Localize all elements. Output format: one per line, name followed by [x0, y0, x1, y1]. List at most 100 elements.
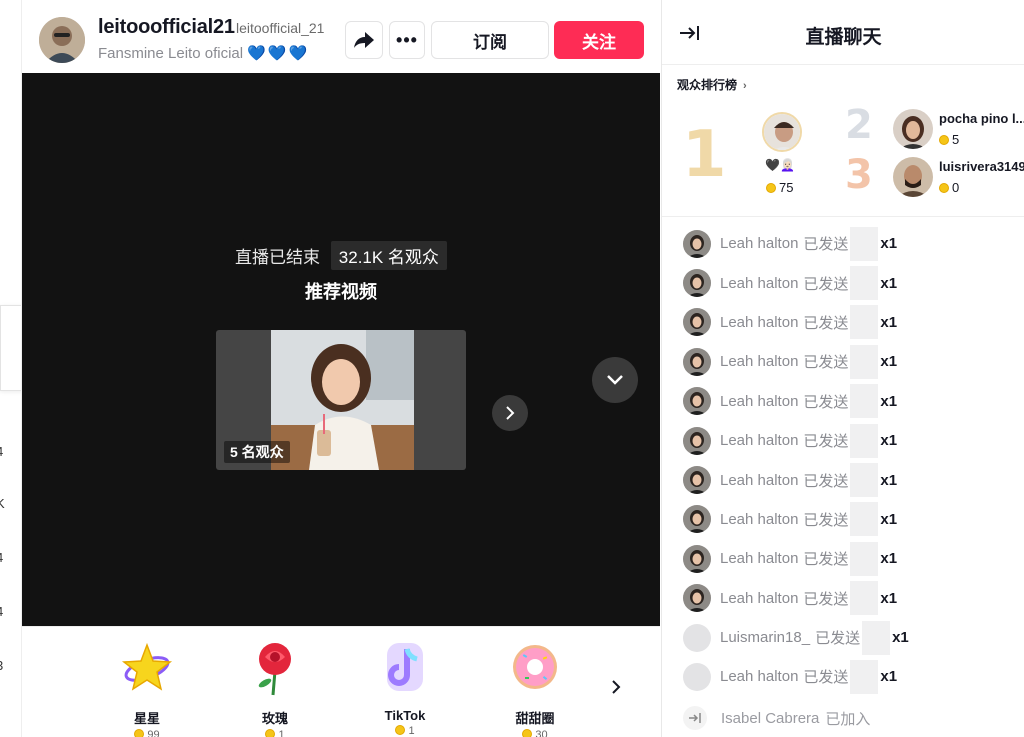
rose-gift-icon [258, 643, 291, 696]
recommended-video-card[interactable]: 5 名观众 [216, 330, 466, 470]
gift-price-value: 99 [147, 729, 160, 737]
chat-avatar-default[interactable] [683, 623, 711, 652]
rank-3-avatar[interactable] [893, 157, 933, 197]
chat-username[interactable]: Leah halton [720, 314, 798, 331]
chat-message: Luismarin18_ 已发送 x1 [662, 618, 1024, 657]
chat-username[interactable]: Leah halton [720, 432, 798, 449]
sidebar-fragment: 4 [0, 550, 3, 565]
chat-action: 已发送 [803, 275, 849, 293]
chat-avatar-default[interactable] [683, 662, 711, 691]
chat-avatar[interactable] [683, 426, 711, 455]
chat-username[interactable]: Leah halton [720, 235, 798, 252]
chat-avatar[interactable] [683, 229, 711, 258]
gift-price-value: 30 [535, 729, 548, 737]
host-subtitle-text: Fansmine Leito oficial [98, 45, 244, 62]
rank-number-1: 1 [682, 118, 727, 192]
follow-button[interactable]: 关注 [554, 21, 644, 59]
chat-message-list[interactable]: Leah halton 已发送 x1 Leah halton 已发送 x1 Le… [662, 224, 1024, 697]
chat-avatar[interactable] [683, 584, 711, 613]
join-message: Isabel Cabrera 已加入 [683, 706, 870, 730]
star-gift-icon [121, 642, 173, 691]
chat-username[interactable]: Leah halton [720, 511, 798, 528]
rank-3-score: 0 [939, 180, 959, 195]
next-video-button[interactable] [492, 395, 528, 431]
subscribe-button[interactable]: 订阅 [431, 21, 549, 59]
gift-count: x1 [880, 510, 898, 528]
enter-icon [683, 706, 707, 730]
sidebar-fragment: K [0, 496, 5, 511]
rank-1-avatar[interactable] [762, 112, 802, 152]
chat-action: 已发送 [803, 669, 849, 687]
rank-2-name[interactable]: pocha pino l... [939, 111, 1024, 126]
chat-panel-title: 直播聊天 [805, 27, 882, 48]
chat-message: Leah halton 已发送 x1 [662, 460, 1024, 499]
share-icon [354, 32, 374, 48]
live-ended-label: 直播已结束 [235, 248, 321, 267]
chat-message: Leah halton 已发送 x1 [662, 224, 1024, 263]
chat-avatar[interactable] [683, 466, 711, 495]
chat-username[interactable]: Leah halton [720, 668, 798, 685]
gift-rose[interactable]: 玫瑰 1 [230, 637, 320, 737]
chat-username[interactable]: Leah halton [720, 472, 798, 489]
chat-action: 已发送 [803, 314, 849, 332]
chat-username[interactable]: Leah halton [720, 275, 798, 292]
chat-message: Leah halton 已发送 x1 [662, 500, 1024, 539]
coin-icon [395, 725, 406, 735]
gift-tiktok[interactable]: TikTok 1 [360, 637, 450, 737]
rank-number-3: 3 [845, 152, 873, 198]
host-avatar[interactable] [39, 17, 85, 63]
chat-message: Leah halton 已发送 x1 [662, 421, 1024, 460]
chat-message: Leah halton 已发送 x1 [662, 539, 1024, 578]
gifts-next-button[interactable] [610, 679, 622, 700]
gift-name: 玫瑰 [261, 711, 288, 726]
chat-avatar[interactable] [683, 269, 711, 298]
viewer-ranking-link[interactable]: 观众排行榜 › [677, 76, 747, 93]
chat-avatar[interactable] [683, 308, 711, 337]
sidebar-fragment: 3 [0, 658, 3, 673]
coin-icon [134, 729, 145, 737]
chat-message: Leah halton 已发送 x1 [662, 342, 1024, 381]
live-chat-panel: 直播聊天 观众排行榜 › 1 🖤👩🏻‍🦳 75 2 pocha pino l...… [661, 0, 1024, 737]
chat-action: 已发送 [803, 433, 849, 451]
gift-count: x1 [880, 235, 898, 253]
sidebar-expand-tab[interactable]: 〈 [0, 305, 21, 391]
rank-score-value: 75 [779, 180, 794, 195]
chat-message: Leah halton 已发送 x1 [662, 579, 1024, 618]
gift-name: 甜甜圈 [515, 711, 555, 726]
more-options-button[interactable]: ••• [389, 21, 425, 59]
gift-price: 30 [490, 729, 580, 737]
scroll-down-button[interactable] [592, 357, 638, 403]
rank-3-name[interactable]: luisrivera3149 [939, 159, 1024, 174]
host-subtitle: Fansmine Leito oficial 💙💙💙 [98, 44, 309, 62]
sidebar-fragment: 4 [0, 604, 3, 619]
live-page: 〈 4 K 4 4 3 leitooofficial21 leitooffici… [0, 0, 1024, 737]
chat-avatar[interactable] [683, 387, 711, 416]
gift-thumbnail [850, 541, 879, 576]
chat-avatar[interactable] [683, 347, 711, 376]
chat-username[interactable]: Leah halton [720, 353, 798, 370]
chat-username[interactable]: Luismarin18_ [720, 629, 810, 646]
gift-donut[interactable]: 甜甜圈 30 [490, 637, 580, 737]
chat-avatar[interactable] [683, 505, 711, 534]
gift-thumbnail [850, 344, 879, 379]
chat-username[interactable]: Leah halton [720, 393, 798, 410]
host-name[interactable]: leitooofficial21 [98, 16, 235, 39]
chat-username[interactable]: Leah halton [720, 550, 798, 567]
chat-action: 已发送 [803, 393, 849, 411]
chat-username[interactable]: Leah halton [720, 590, 798, 607]
share-button[interactable] [345, 21, 383, 59]
gift-thumbnail [850, 423, 879, 458]
recommended-video-thumbnail [271, 330, 414, 470]
chat-avatar[interactable] [683, 544, 711, 573]
chevron-down-icon [607, 375, 623, 385]
join-username[interactable]: Isabel Cabrera [721, 710, 819, 727]
gift-price-value: 1 [408, 725, 415, 737]
host-handle: leitoofficial_21 [236, 20, 325, 36]
rank-2-avatar[interactable] [893, 109, 933, 149]
gift-star[interactable]: 星星 99 [102, 637, 192, 737]
chevron-right-icon [506, 406, 515, 420]
gift-count: x1 [880, 432, 898, 450]
sidebar-fragment: 4 [0, 444, 3, 459]
chat-action: 已发送 [803, 511, 849, 529]
tiktok-gift-icon [387, 643, 423, 691]
